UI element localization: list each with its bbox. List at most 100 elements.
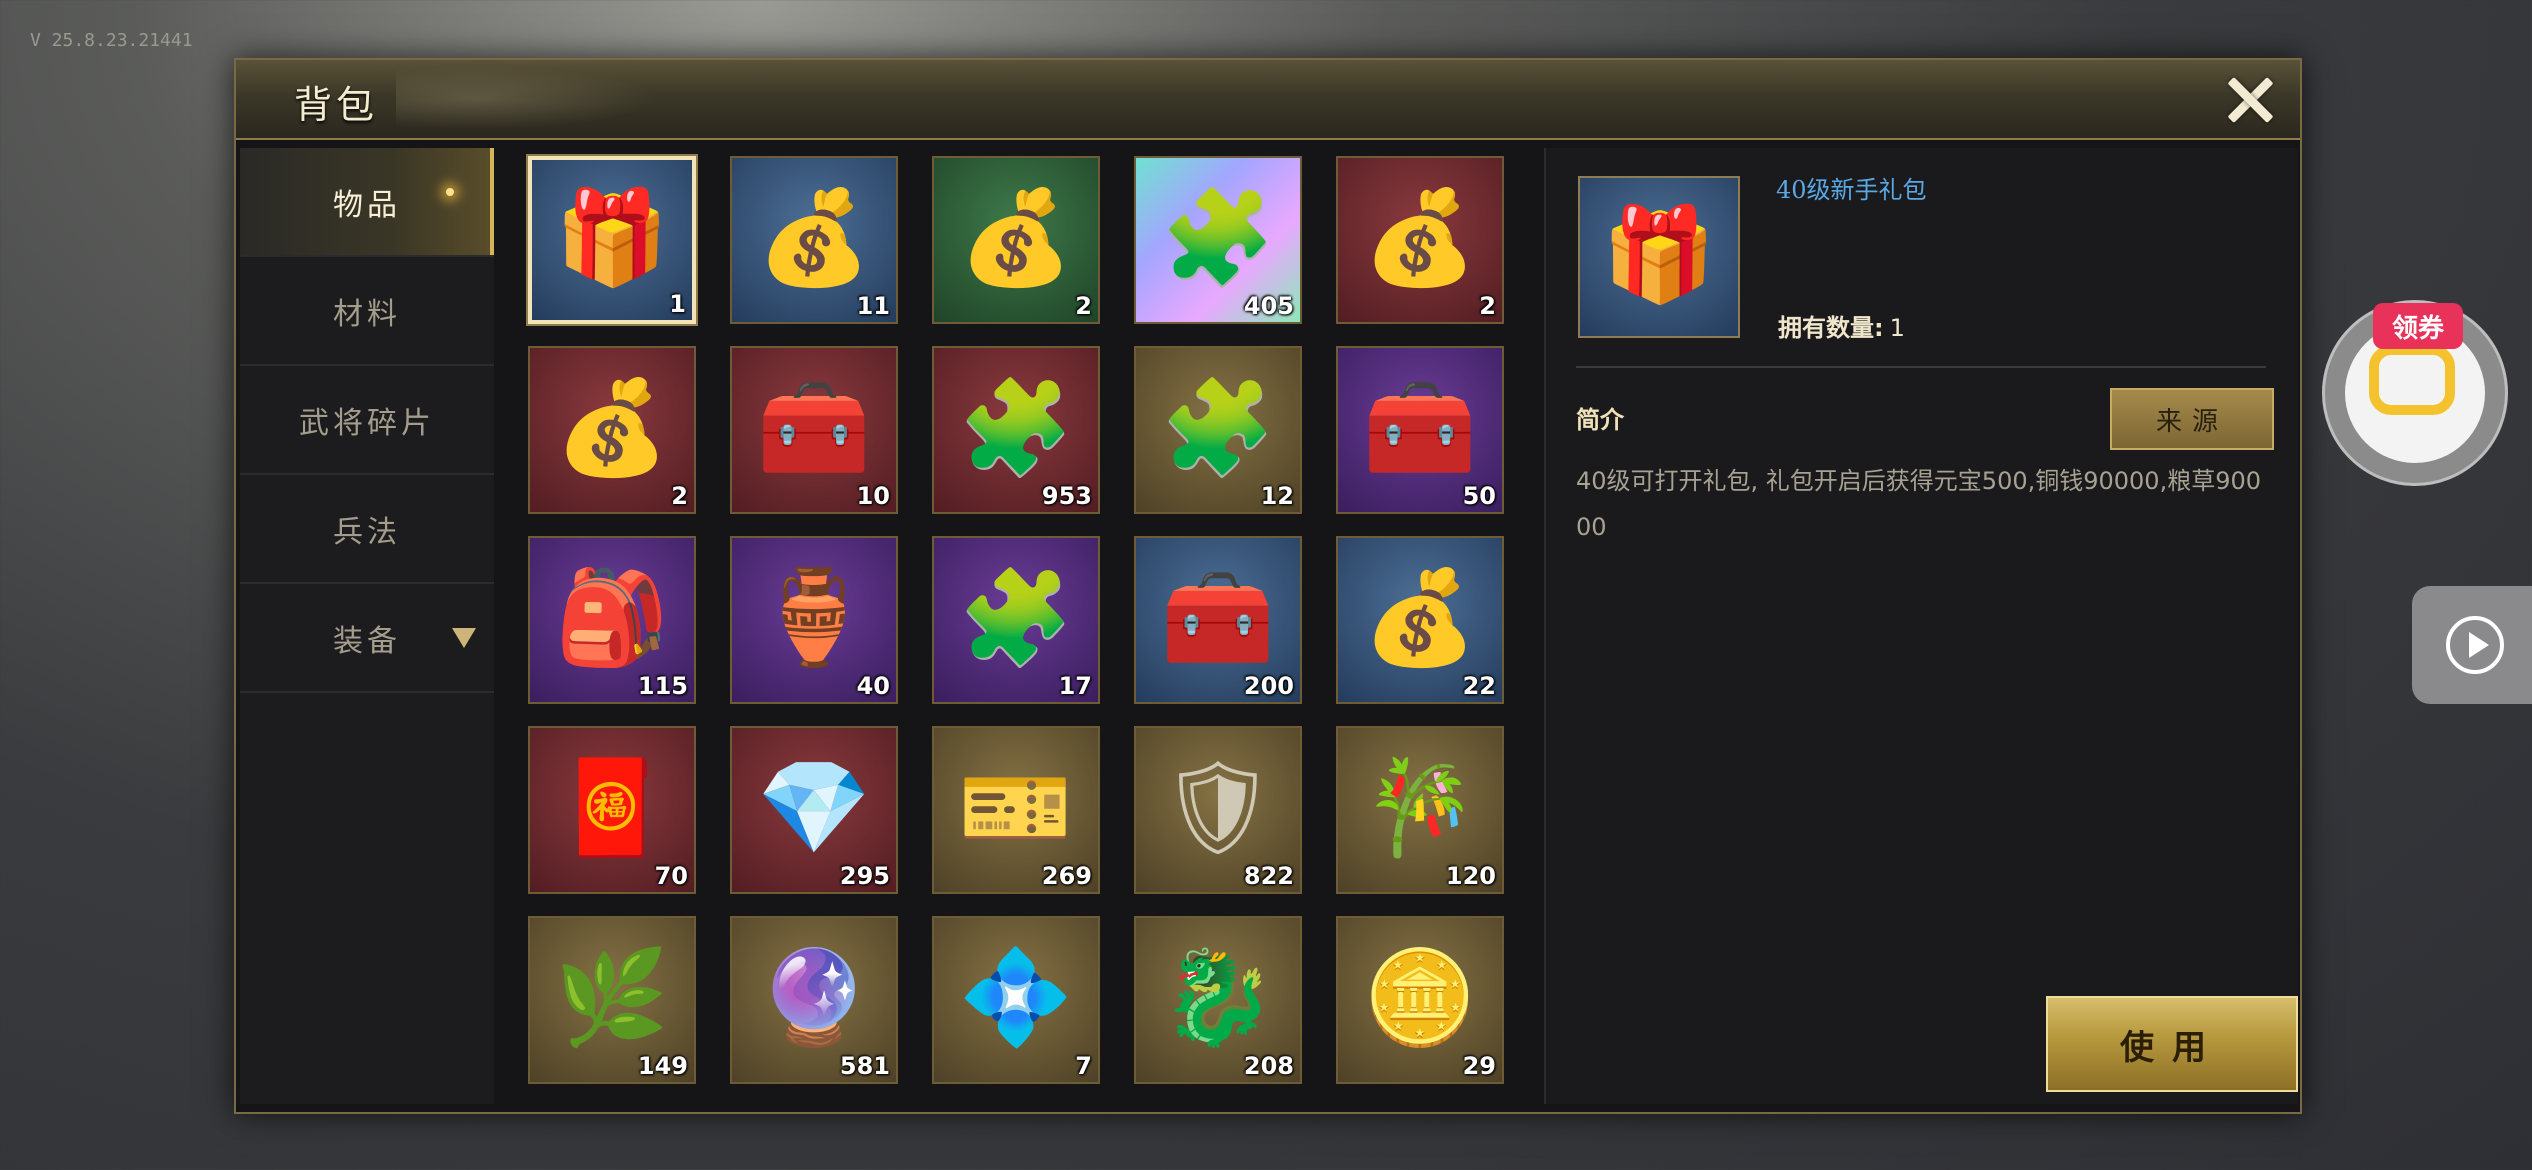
red-bag-icon: 🎒 bbox=[554, 564, 670, 672]
item-slot[interactable]: 💰 22 bbox=[1336, 536, 1504, 704]
item-slot[interactable]: 💰 11 bbox=[730, 156, 898, 324]
item-count: 295 bbox=[839, 862, 890, 890]
purple-chest-icon: 🧰 bbox=[1160, 564, 1276, 672]
gold-pouch-icon: 💰 bbox=[1362, 184, 1478, 292]
category-sidebar: 物品材料武将碎片兵法装备 bbox=[240, 148, 494, 1104]
coupon-ticket-icon: 🎫 bbox=[958, 754, 1074, 862]
jade-scroll-icon: 🎋 bbox=[1362, 754, 1478, 862]
item-count: 10 bbox=[856, 482, 890, 510]
item-count: 269 bbox=[1041, 862, 1092, 890]
bag-window: 背包 物品 材料 武将碎片 兵法 装备 🎁 1 💰 11 💰 2 🧩 405 💰 2 💰 2 🧰 10 🧩 953 🧩 1… bbox=[234, 58, 2302, 1114]
scroll-bag-icon: 💰 bbox=[1362, 564, 1478, 672]
item-count: 17 bbox=[1058, 672, 1092, 700]
tab-label: 兵法 bbox=[333, 514, 401, 550]
item-slot[interactable]: 🧰 10 bbox=[730, 346, 898, 514]
item-count: 12 bbox=[1260, 482, 1294, 510]
item-slot[interactable]: 🧩 17 bbox=[932, 536, 1100, 704]
green-pouch-icon: 💰 bbox=[958, 184, 1074, 292]
coupon-label: 领券 bbox=[2373, 303, 2463, 349]
item-slot[interactable]: 🎋 120 bbox=[1336, 726, 1504, 894]
grass-icon: 🌿 bbox=[554, 944, 670, 1052]
item-slot[interactable]: 💰 2 bbox=[528, 346, 696, 514]
blue-pouch-icon: 💰 bbox=[756, 184, 872, 292]
item-slot[interactable]: 🏺 40 bbox=[730, 536, 898, 704]
item-slot[interactable]: 🧧 70 bbox=[528, 726, 696, 894]
tab-label: 武将碎片 bbox=[299, 405, 435, 441]
item-count: 120 bbox=[1445, 862, 1496, 890]
item-count: 115 bbox=[637, 672, 688, 700]
treasure-bowl-icon: 🏺 bbox=[756, 564, 872, 672]
item-slot[interactable]: 🧩 953 bbox=[932, 346, 1100, 514]
item-slot[interactable]: 💰 2 bbox=[1336, 156, 1504, 324]
item-slot[interactable]: 💰 2 bbox=[932, 156, 1100, 324]
silver-gem-icon: 💠 bbox=[958, 944, 1074, 1052]
owned-count: 拥有数量: 1 bbox=[1778, 308, 1905, 343]
purple-orb-icon: 🔮 bbox=[756, 944, 872, 1052]
item-slot[interactable]: 🪙 29 bbox=[1336, 916, 1504, 1084]
window-title: 背包 bbox=[294, 83, 379, 127]
item-count: 822 bbox=[1243, 862, 1294, 890]
item-count: 7 bbox=[1075, 1052, 1092, 1080]
treasure-chest-icon: 🧰 bbox=[756, 374, 872, 482]
tab-1[interactable]: 材料 bbox=[240, 257, 494, 366]
item-slot[interactable]: 🔮 581 bbox=[730, 916, 898, 1084]
tab-label: 材料 bbox=[333, 296, 401, 332]
owned-count-label: 拥有数量: bbox=[1778, 314, 1884, 342]
item-count: 200 bbox=[1243, 672, 1294, 700]
item-slot[interactable]: 🧰 50 bbox=[1336, 346, 1504, 514]
tab-2[interactable]: 武将碎片 bbox=[240, 366, 494, 475]
item-count: 2 bbox=[671, 482, 688, 510]
gamepad-icon bbox=[2369, 345, 2455, 415]
item-slot[interactable]: 🧩 12 bbox=[1134, 346, 1302, 514]
item-count: 22 bbox=[1462, 672, 1496, 700]
item-slot[interactable]: 🎫 269 bbox=[932, 726, 1100, 894]
close-icon[interactable] bbox=[2218, 68, 2282, 132]
item-detail-panel: 🎁 40级新手礼包 拥有数量: 1 简介 来源 40级可打开礼包, 礼包开启后获得… bbox=[1544, 148, 2298, 1104]
use-button[interactable]: 使用 bbox=[2046, 996, 2298, 1092]
purple-puzzle-icon: 🧩 bbox=[958, 564, 1074, 672]
tab-0[interactable]: 物品 bbox=[240, 148, 494, 257]
item-count: 11 bbox=[856, 292, 890, 320]
version-label: V 25.8.23.21441 bbox=[30, 30, 193, 51]
item-count: 70 bbox=[654, 862, 688, 890]
play-icon bbox=[2446, 616, 2504, 674]
orange-pouch-icon: 💰 bbox=[554, 374, 670, 482]
title-bar: 背包 bbox=[236, 60, 2300, 140]
item-slot[interactable]: 💠 7 bbox=[932, 916, 1100, 1084]
item-description: 40级可打开礼包, 礼包开启后获得元宝500,铜钱90000,粮草90000 bbox=[1576, 467, 2262, 541]
item-slot[interactable]: 🎒 115 bbox=[528, 536, 696, 704]
tab-3[interactable]: 兵法 bbox=[240, 475, 494, 584]
item-slot[interactable]: 🧩 405 bbox=[1134, 156, 1302, 324]
red-envelope-icon: 🧧 bbox=[554, 754, 670, 862]
red-puzzle-icon: 🧩 bbox=[958, 374, 1074, 482]
item-grid: 🎁 1 💰 11 💰 2 🧩 405 💰 2 💰 2 🧰 10 🧩 953 🧩 12 🧰 50 🎒 115 🏺 40 🧩 17 🧰 2… bbox=[528, 156, 1528, 1100]
gold-puzzle-icon: 🧩 bbox=[1160, 374, 1276, 482]
intro-heading: 简介 bbox=[1576, 406, 1624, 434]
item-slot[interactable]: 🎁 1 bbox=[528, 156, 696, 324]
item-count: 2 bbox=[1075, 292, 1092, 320]
item-slot[interactable]: 🧰 200 bbox=[1134, 536, 1302, 704]
item-count: 1 bbox=[669, 290, 686, 318]
red-chest-icon: 🧰 bbox=[1362, 374, 1478, 482]
item-count: 581 bbox=[839, 1052, 890, 1080]
tab-4[interactable]: 装备 bbox=[240, 584, 494, 693]
item-slot[interactable]: 🛡 822 bbox=[1134, 726, 1302, 894]
item-slot[interactable]: 🌿 149 bbox=[528, 916, 696, 1084]
item-count: 953 bbox=[1041, 482, 1092, 510]
detail-item-name: 40级新手礼包 bbox=[1776, 176, 1927, 204]
item-count: 405 bbox=[1243, 292, 1294, 320]
source-button[interactable]: 来源 bbox=[2110, 388, 2274, 450]
tab-label: 装备 bbox=[333, 623, 401, 659]
gift-box-icon: 🎁 bbox=[1601, 200, 1717, 308]
item-slot[interactable]: 🐉 208 bbox=[1134, 916, 1302, 1084]
explore-token-icon: 🛡 bbox=[1159, 754, 1277, 862]
red-crystal-icon: 💎 bbox=[756, 754, 872, 862]
sparkle-icon bbox=[446, 188, 454, 196]
item-count: 2 bbox=[1479, 292, 1496, 320]
item-slot[interactable]: 💎 295 bbox=[730, 726, 898, 894]
coupon-floating-button[interactable]: 领券 bbox=[2322, 300, 2508, 486]
item-count: 208 bbox=[1243, 1052, 1294, 1080]
item-count: 149 bbox=[637, 1052, 688, 1080]
tab-label: 物品 bbox=[333, 187, 401, 223]
video-floating-button[interactable] bbox=[2412, 586, 2532, 704]
